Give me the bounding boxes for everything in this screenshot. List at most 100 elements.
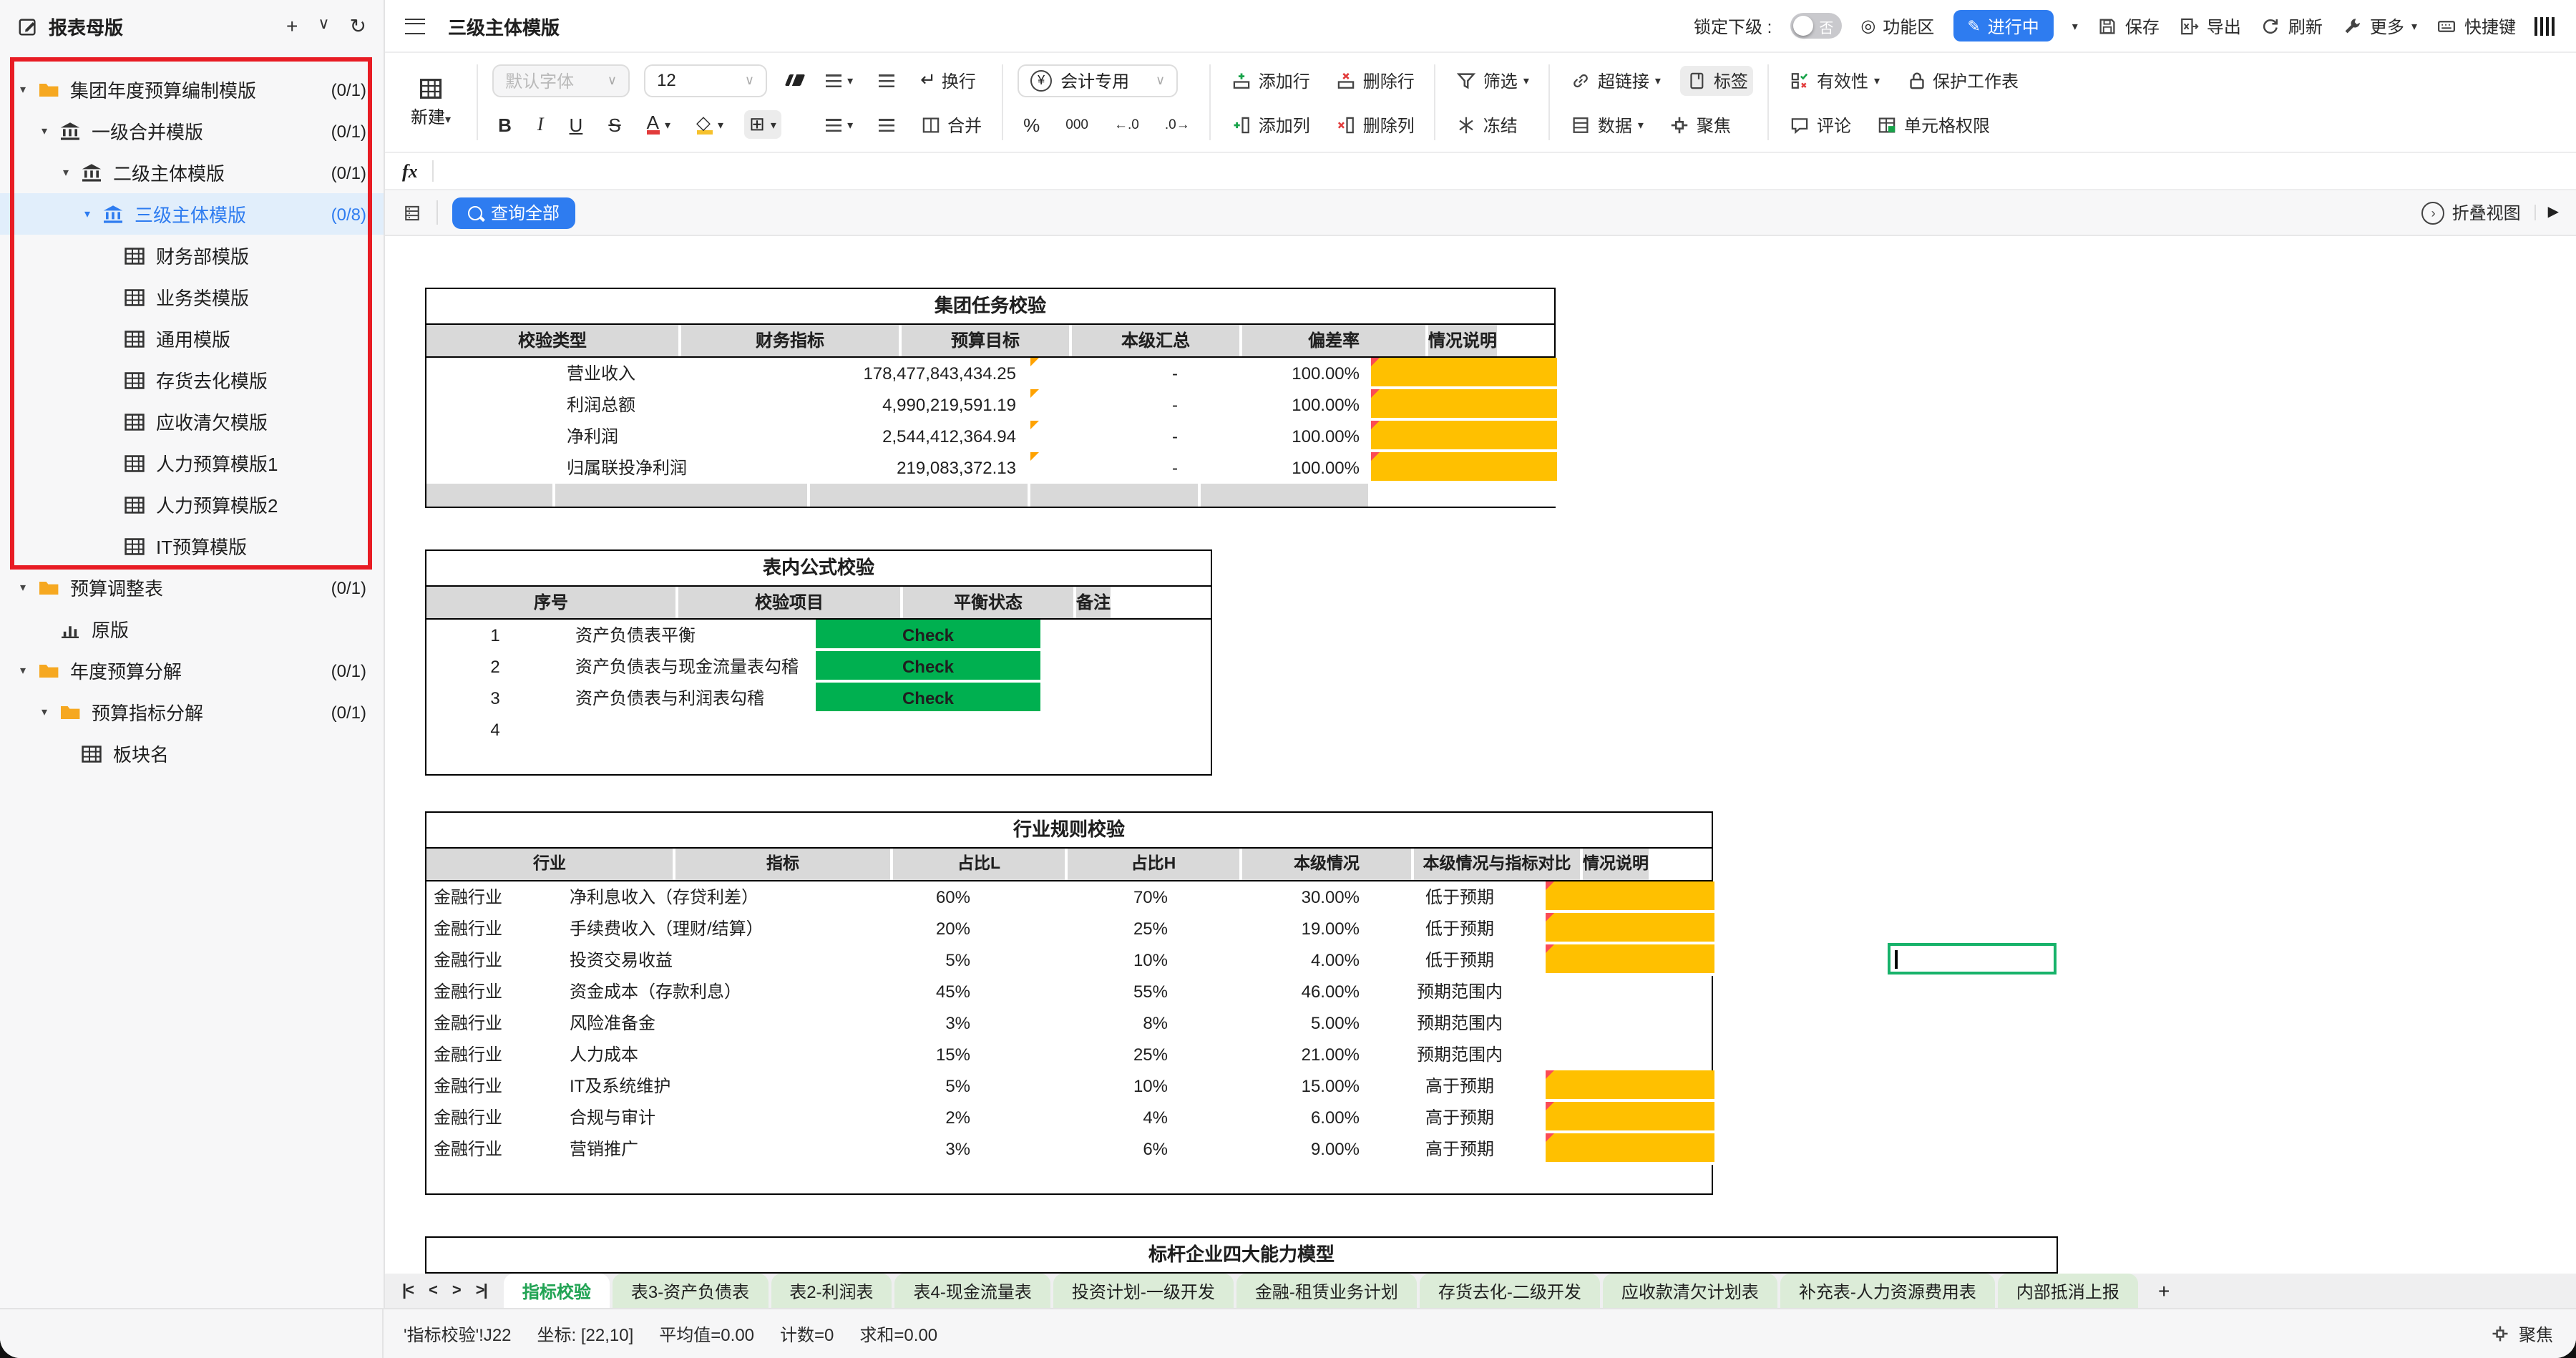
cell-check-item[interactable] <box>564 714 816 746</box>
table-title[interactable]: 集团任务校验 <box>426 289 1554 325</box>
tree-caret-icon[interactable]: ▾ <box>42 124 59 137</box>
cell-budget-target[interactable]: 178,477,843,434.25 <box>810 358 1030 389</box>
lock-sublevel-toggle[interactable]: 否 <box>1790 13 1842 39</box>
cell-ratio-high[interactable]: 10% <box>1025 944 1199 976</box>
cell-note[interactable] <box>1546 1070 1714 1102</box>
cell-indicator[interactable]: 归属联投净利润 <box>555 452 810 484</box>
cell-indicator[interactable]: 合规与审计 <box>558 1102 807 1133</box>
last-sheet-button[interactable]: >| <box>476 1282 487 1299</box>
sheet-tab[interactable]: 应收款清欠计划表 <box>1603 1274 1777 1308</box>
cell-ratio-high[interactable]: 4% <box>1025 1102 1199 1133</box>
cell-ratio-low[interactable]: 3% <box>807 1133 1025 1165</box>
cell-remark[interactable] <box>1040 683 1214 714</box>
focus-mode-button[interactable]: 聚焦 <box>2490 1322 2576 1346</box>
cell-industry[interactable]: 金融行业 <box>426 1070 558 1102</box>
cell-industry[interactable]: 金融行业 <box>426 1102 558 1133</box>
cell-balance-status[interactable]: Check <box>816 651 1040 683</box>
empty-cell[interactable] <box>1201 484 1371 507</box>
cell-ratio-low[interactable]: 5% <box>807 1070 1025 1102</box>
column-header-cell[interactable]: 情况说明 <box>1428 325 1497 356</box>
save-button[interactable]: 保存 <box>2097 14 2160 38</box>
cell-ratio-low[interactable]: 20% <box>807 913 1025 944</box>
cell-indicator[interactable]: 净利润 <box>555 421 810 452</box>
cell-indicator[interactable]: 资金成本（存款利息） <box>558 976 807 1007</box>
validity-button[interactable]: 有效性 ▾ <box>1784 65 1885 95</box>
cell-actual[interactable]: 30.00% <box>1199 881 1374 913</box>
cell-industry[interactable]: 金融行业 <box>426 913 558 944</box>
tree-item[interactable]: ▾ 财务部模版 <box>0 235 384 276</box>
empty-cell[interactable] <box>1371 484 1557 507</box>
tree-item[interactable]: ▾ 预算调整表 (0/1) <box>0 567 384 608</box>
column-header-cell[interactable]: 偏差率 <box>1242 325 1428 356</box>
cell-note-orange[interactable] <box>1371 389 1557 421</box>
thousand-separator-button[interactable]: 000 <box>1060 114 1094 135</box>
tree-caret-icon[interactable]: ▾ <box>42 705 59 718</box>
cell-remark[interactable] <box>1040 651 1214 683</box>
table-empty-area[interactable] <box>426 1165 1712 1193</box>
cell-compare[interactable]: 低于预期 <box>1374 881 1546 913</box>
cell-deviation-rate[interactable]: 100.00% <box>1201 452 1371 484</box>
cell-ratio-high[interactable]: 25% <box>1025 913 1199 944</box>
merge-cells-button[interactable]: 合并 <box>914 109 987 140</box>
tree-item[interactable]: ▾ 集团年度预算编制模版 (0/1) <box>0 69 384 110</box>
cell-ratio-high[interactable]: 6% <box>1025 1133 1199 1165</box>
status-in-progress-button[interactable]: ✎进行中 <box>1953 10 2053 41</box>
column-header-cell[interactable]: 占比L <box>893 849 1068 880</box>
indent-increase-button[interactable] <box>873 71 900 89</box>
delete-column-button[interactable]: 删除列 <box>1330 109 1420 140</box>
cell-compare[interactable]: 预期范围内 <box>1374 1007 1546 1039</box>
cell-actual[interactable]: 6.00% <box>1199 1102 1374 1133</box>
table-title[interactable]: 行业规则校验 <box>426 813 1712 849</box>
number-format-select[interactable]: ¥会计专用∨ <box>1018 64 1178 97</box>
tree-item[interactable]: ▾ 年度预算分解 (0/1) <box>0 650 384 691</box>
cell-ratio-low[interactable]: 15% <box>807 1039 1025 1070</box>
cell-industry[interactable]: 金融行业 <box>426 881 558 913</box>
cell-industry[interactable]: 金融行业 <box>426 1133 558 1165</box>
prev-sheet-button[interactable]: < <box>429 1282 436 1299</box>
tree-caret-icon[interactable]: ▾ <box>20 83 37 96</box>
tree-item[interactable]: ▾ 预算指标分解 (0/1) <box>0 691 384 733</box>
cell-compare[interactable]: 高于预期 <box>1374 1070 1546 1102</box>
empty-cell[interactable] <box>426 484 555 507</box>
protect-sheet-button[interactable]: 保护工作表 <box>1900 65 2024 95</box>
cell-deviation-rate[interactable]: 100.00% <box>1201 358 1371 389</box>
cell-note[interactable] <box>1546 1133 1714 1165</box>
tree-item[interactable]: ▾ 板块名 <box>0 733 384 774</box>
cell-actual[interactable]: 15.00% <box>1199 1070 1374 1102</box>
sheet-tab[interactable]: 指标校验 <box>504 1274 610 1308</box>
cell-compare[interactable]: 高于预期 <box>1374 1102 1546 1133</box>
horizontal-align-button[interactable]: ▾ <box>820 115 859 134</box>
column-header-cell[interactable]: 校验项目 <box>678 587 903 618</box>
column-header-cell[interactable]: 平衡状态 <box>903 587 1076 618</box>
cell-compare[interactable]: 高于预期 <box>1374 1133 1546 1165</box>
decrease-decimal-button[interactable]: ←.0 <box>1108 114 1145 135</box>
cell-ratio-high[interactable]: 25% <box>1025 1039 1199 1070</box>
add-column-button[interactable]: 添加列 <box>1226 109 1316 140</box>
column-header-cell[interactable]: 校验类型 <box>426 325 681 356</box>
cell-note[interactable] <box>1546 913 1714 944</box>
tree-caret-icon[interactable]: ▾ <box>20 581 37 594</box>
cell-note[interactable] <box>1546 881 1714 913</box>
cell-ratio-high[interactable]: 70% <box>1025 881 1199 913</box>
sheet-tab[interactable]: 投资计划-一级开发 <box>1053 1274 1234 1308</box>
cell-actual[interactable]: 5.00% <box>1199 1007 1374 1039</box>
formula-input[interactable] <box>448 153 2559 189</box>
cell-balance-status[interactable] <box>816 714 1040 746</box>
tag-button[interactable]: 标签 <box>1681 65 1754 95</box>
wrap-text-button[interactable]: ↵换行 <box>914 65 982 95</box>
cell-ratio-low[interactable]: 2% <box>807 1102 1025 1133</box>
cell-indicator[interactable]: 手续费收入（理财/结算） <box>558 913 807 944</box>
tree-item[interactable]: ▾ 二级主体模版 (0/1) <box>0 152 384 193</box>
cell-budget-target[interactable]: 2,544,412,364.94 <box>810 421 1030 452</box>
percent-button[interactable]: % <box>1018 111 1045 138</box>
tree-item[interactable]: ▾ 通用模版 <box>0 318 384 359</box>
cell-compare[interactable]: 预期范围内 <box>1374 1039 1546 1070</box>
empty-cell[interactable] <box>1030 484 1201 507</box>
cell-note[interactable] <box>1546 1039 1714 1070</box>
first-sheet-button[interactable]: |< <box>402 1282 413 1299</box>
tree-item[interactable]: ▾ 人力预算模版1 <box>0 442 384 484</box>
cell-industry[interactable]: 金融行业 <box>426 1007 558 1039</box>
export-button[interactable]: 导出 <box>2178 14 2241 38</box>
table-title[interactable]: 表内公式校验 <box>426 551 1211 587</box>
column-header-cell[interactable]: 预算目标 <box>902 325 1072 356</box>
